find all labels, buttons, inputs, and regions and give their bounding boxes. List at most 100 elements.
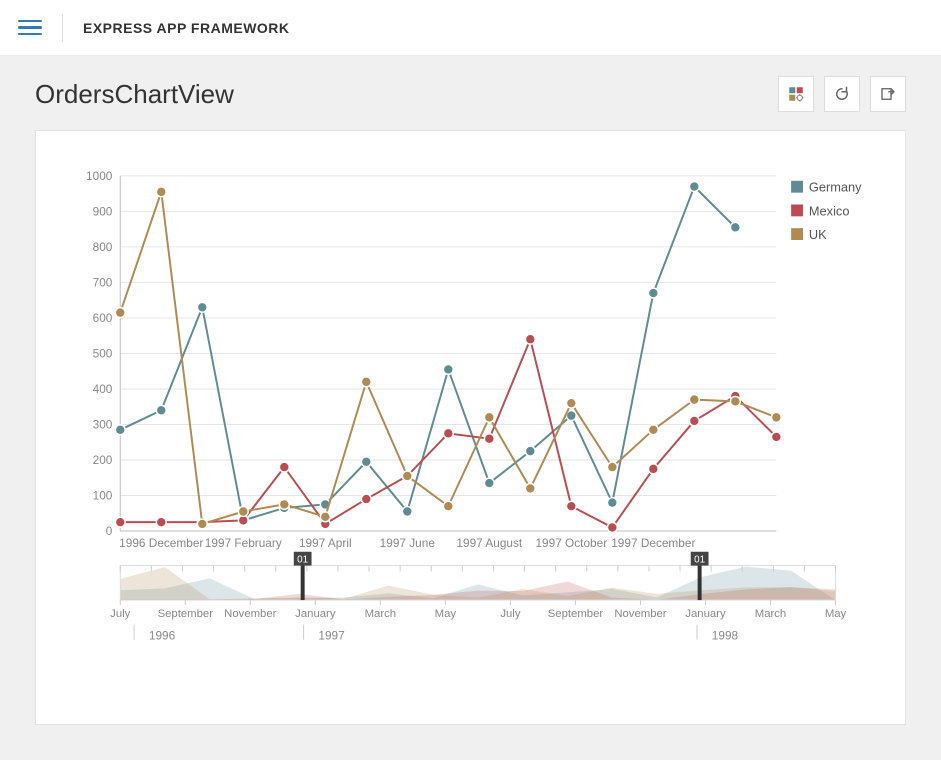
svg-text:March: March: [365, 608, 396, 620]
hamburger-menu[interactable]: [18, 16, 42, 40]
data-point[interactable]: [484, 434, 494, 444]
data-point[interactable]: [156, 405, 166, 415]
range-shutter[interactable]: [698, 566, 702, 601]
data-point[interactable]: [361, 457, 371, 467]
data-point[interactable]: [771, 412, 781, 422]
svg-text:900: 900: [93, 204, 113, 218]
page-title: OrdersChartView: [35, 79, 234, 110]
data-point[interactable]: [648, 464, 658, 474]
svg-text:May: May: [435, 608, 457, 620]
designer-button[interactable]: [778, 76, 814, 112]
svg-text:1000: 1000: [86, 169, 113, 183]
svg-text:1997 December: 1997 December: [611, 536, 695, 550]
svg-text:1997: 1997: [318, 629, 344, 643]
legend-label[interactable]: Germany: [809, 180, 862, 195]
data-point[interactable]: [730, 222, 740, 232]
data-point[interactable]: [197, 519, 207, 529]
app-brand: EXPRESS APP FRAMEWORK: [83, 20, 290, 36]
data-point[interactable]: [525, 483, 535, 493]
svg-text:November: November: [614, 608, 666, 620]
svg-text:800: 800: [93, 240, 113, 254]
legend-swatch[interactable]: [791, 204, 803, 216]
legend-label[interactable]: UK: [809, 227, 827, 242]
svg-text:September: September: [548, 608, 604, 620]
svg-text:400: 400: [93, 382, 113, 396]
data-point[interactable]: [361, 377, 371, 387]
svg-text:January: January: [295, 608, 336, 620]
svg-text:1997 June: 1997 June: [380, 536, 436, 550]
data-point[interactable]: [484, 478, 494, 488]
svg-text:300: 300: [93, 417, 113, 431]
divider: [62, 14, 63, 42]
data-point[interactable]: [402, 507, 412, 517]
svg-text:1997 February: 1997 February: [205, 536, 282, 550]
data-point[interactable]: [689, 416, 699, 426]
page: OrdersChartView 01002003: [0, 56, 941, 760]
legend-swatch[interactable]: [791, 181, 803, 193]
svg-text:700: 700: [93, 275, 113, 289]
orders-chart[interactable]: 0 100 200 300 400 500 600 700 800 900 1000 1996 Dec…: [66, 166, 875, 699]
data-point[interactable]: [279, 499, 289, 509]
topbar: EXPRESS APP FRAMEWORK: [0, 0, 941, 56]
export-button[interactable]: [870, 76, 906, 112]
data-point[interactable]: [771, 432, 781, 442]
data-point[interactable]: [607, 462, 617, 472]
range-shutter[interactable]: [301, 566, 305, 601]
svg-text:1996: 1996: [149, 629, 176, 643]
svg-text:01: 01: [694, 555, 705, 566]
svg-text:1998: 1998: [712, 629, 739, 643]
data-point[interactable]: [484, 412, 494, 422]
chart-card: 0 100 200 300 400 500 600 700 800 900 1000 1996 Dec…: [35, 130, 906, 725]
svg-text:1997 August: 1997 August: [456, 536, 522, 550]
data-point[interactable]: [443, 428, 453, 438]
svg-text:500: 500: [93, 346, 113, 360]
data-point[interactable]: [443, 501, 453, 511]
series-line-uk: [120, 192, 776, 524]
svg-text:July: July: [110, 608, 130, 620]
data-point[interactable]: [443, 364, 453, 374]
data-point[interactable]: [115, 308, 125, 318]
data-point[interactable]: [730, 396, 740, 406]
data-point[interactable]: [525, 446, 535, 456]
data-point[interactable]: [115, 517, 125, 527]
svg-text:1997 April: 1997 April: [299, 536, 352, 550]
title-bar: OrdersChartView: [35, 76, 906, 112]
svg-text:November: November: [224, 608, 276, 620]
svg-text:600: 600: [93, 311, 113, 325]
data-point[interactable]: [238, 507, 248, 517]
data-point[interactable]: [115, 425, 125, 435]
svg-text:100: 100: [93, 488, 113, 502]
data-point[interactable]: [156, 517, 166, 527]
data-point[interactable]: [156, 187, 166, 197]
data-point[interactable]: [197, 302, 207, 312]
refresh-icon: [833, 85, 851, 103]
svg-text:March: March: [755, 608, 786, 620]
data-point[interactable]: [648, 425, 658, 435]
data-point[interactable]: [566, 398, 576, 408]
data-point[interactable]: [689, 395, 699, 405]
legend-swatch[interactable]: [791, 228, 803, 240]
svg-text:200: 200: [93, 453, 113, 467]
export-icon: [879, 85, 897, 103]
data-point[interactable]: [361, 494, 371, 504]
svg-text:January: January: [685, 608, 726, 620]
refresh-button[interactable]: [824, 76, 860, 112]
data-point[interactable]: [402, 471, 412, 481]
data-point[interactable]: [607, 498, 617, 508]
data-point[interactable]: [648, 288, 658, 298]
layout-icon: [787, 85, 805, 103]
svg-text:July: July: [500, 608, 520, 620]
svg-text:1996 December: 1996 December: [119, 536, 203, 550]
svg-text:May: May: [825, 608, 847, 620]
data-point[interactable]: [689, 182, 699, 192]
data-point[interactable]: [525, 334, 535, 344]
data-point[interactable]: [320, 512, 330, 522]
svg-text:1997 October: 1997 October: [535, 536, 607, 550]
data-point[interactable]: [607, 523, 617, 533]
svg-text:01: 01: [297, 555, 308, 566]
data-point[interactable]: [566, 501, 576, 511]
data-point[interactable]: [279, 462, 289, 472]
legend-label[interactable]: Mexico: [809, 203, 850, 218]
svg-text:0: 0: [106, 524, 113, 538]
svg-text:September: September: [158, 608, 214, 620]
